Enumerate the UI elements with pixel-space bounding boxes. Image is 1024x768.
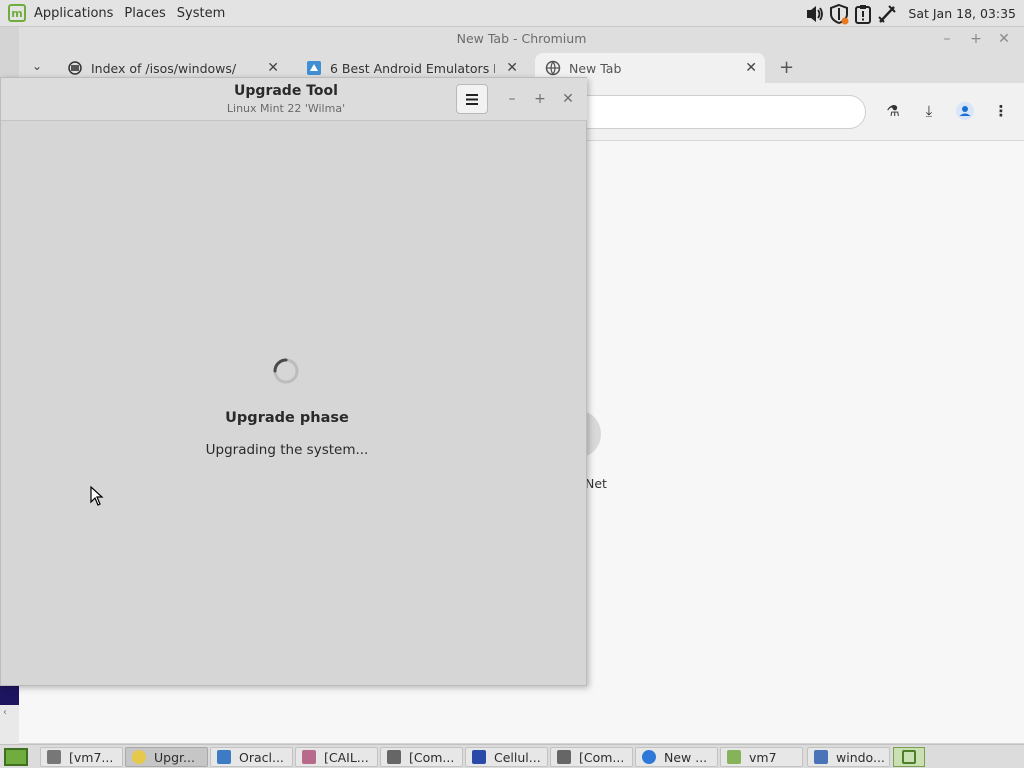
taskbar-item-cellular[interactable]: Cellul... xyxy=(465,747,548,767)
menu-places[interactable]: Places xyxy=(122,0,174,27)
address-bar[interactable] xyxy=(559,95,866,129)
video-icon xyxy=(302,750,316,764)
taskbar-item-vm7-folder[interactable]: vm7 xyxy=(720,747,803,767)
taskbar-item-label: [CAIL... xyxy=(324,749,369,765)
clock[interactable]: Sat Jan 18, 03:35 xyxy=(908,6,1016,21)
chromium-titlebar[interactable]: New Tab - Chromium – + ✕ xyxy=(19,27,1024,53)
system-tray: Sat Jan 18, 03:35 xyxy=(802,0,1024,27)
site-icon xyxy=(307,61,321,75)
desktop-edge-strip-light: ‹ xyxy=(0,705,19,744)
more-menu-icon[interactable]: ⋮ xyxy=(991,101,1011,121)
taskbar-item-cail[interactable]: [CAIL... xyxy=(295,747,378,767)
network-icon[interactable] xyxy=(876,3,898,25)
tab-label: 6 Best Android Emulators Fo xyxy=(330,60,495,76)
shield-icon[interactable] xyxy=(828,3,850,25)
taskbar-item-label: vm7 xyxy=(749,749,777,765)
tab-close-icon[interactable]: ✕ xyxy=(745,60,757,76)
download-icon[interactable]: ⤓ xyxy=(919,101,939,121)
tab-search-icon[interactable]: ⌄ xyxy=(32,59,42,73)
tab-close-icon[interactable]: ✕ xyxy=(267,60,279,76)
virtualbox-icon xyxy=(217,750,231,764)
scroll-left-icon[interactable]: ‹ xyxy=(3,707,7,718)
minimize-icon[interactable]: – xyxy=(936,27,958,51)
taskbar-item-label: [Com... xyxy=(409,749,455,765)
close-icon[interactable]: ✕ xyxy=(993,27,1015,51)
upgrade-shield-icon xyxy=(132,750,146,764)
tab-label: Index of /isos/windows/ xyxy=(91,60,237,76)
tab-close-icon[interactable]: ✕ xyxy=(506,60,518,76)
chromium-icon xyxy=(642,750,656,764)
maximize-icon[interactable]: + xyxy=(965,27,987,51)
mouse-cursor-icon xyxy=(90,486,104,506)
loading-spinner-icon xyxy=(273,358,299,384)
labs-flask-icon[interactable]: ⚗ xyxy=(883,101,903,121)
taskbar-item-oracle[interactable]: Oracl... xyxy=(210,747,293,767)
profile-icon[interactable] xyxy=(955,101,975,121)
phase-description: Upgrading the system... xyxy=(205,442,369,458)
taskbar-item-label: New ... xyxy=(664,749,708,765)
window-title: New Tab - Chromium xyxy=(456,31,587,46)
taskbar-item-vm7[interactable]: [vm7... xyxy=(40,747,123,767)
mint-menu-icon[interactable]: m xyxy=(8,4,26,22)
menu-system[interactable]: System xyxy=(175,0,234,27)
taskbar-item-upgrade-tool[interactable]: Upgr... xyxy=(125,747,208,767)
taskbar-item-com-2[interactable]: [Com... xyxy=(550,747,633,767)
terminal-icon xyxy=(47,750,61,764)
taskbar-item-label: [vm7... xyxy=(69,749,114,765)
document-viewer-icon xyxy=(472,750,486,764)
audio-icon[interactable] xyxy=(804,3,826,25)
close-icon[interactable]: ✕ xyxy=(557,88,579,110)
server-icon xyxy=(68,61,82,75)
taskbar-item-update-manager[interactable] xyxy=(893,747,925,767)
new-tab-plus-icon[interactable]: + xyxy=(779,57,794,78)
show-desktop-button[interactable] xyxy=(4,748,28,766)
tab-label: New Tab xyxy=(569,60,622,76)
taskbar-item-label: [Com... xyxy=(579,749,625,765)
network-share-icon xyxy=(814,750,828,764)
globe-icon xyxy=(545,60,561,76)
clipboard-icon[interactable] xyxy=(852,3,874,25)
taskbar-item-new-tab[interactable]: New ... xyxy=(635,747,718,767)
minimize-icon[interactable]: – xyxy=(501,88,523,110)
terminal-icon xyxy=(387,750,401,764)
hamburger-icon xyxy=(466,93,478,105)
taskbar-item-label: Cellul... xyxy=(494,749,541,765)
upgrade-tool-headerbar[interactable]: Upgrade Tool Linux Mint 22 'Wilma' – + ✕ xyxy=(1,78,587,121)
taskbar-item-label: windo... xyxy=(836,749,885,765)
taskbar-item-com-1[interactable]: [Com... xyxy=(380,747,463,767)
upgrade-tool-window: Upgrade Tool Linux Mint 22 'Wilma' – + ✕… xyxy=(0,77,587,686)
shortcut-label[interactable]: Net xyxy=(585,476,607,491)
taskbar-item-label: Oracl... xyxy=(239,749,284,765)
folder-icon xyxy=(727,750,741,764)
hamburger-menu-button[interactable] xyxy=(456,84,488,114)
phase-title: Upgrade phase xyxy=(225,410,349,426)
taskbar-item-windows[interactable]: windo... xyxy=(807,747,890,767)
taskbar-item-label: Upgr... xyxy=(154,749,195,765)
menu-applications[interactable]: Applications xyxy=(32,0,122,27)
update-manager-icon xyxy=(902,750,916,764)
top-panel: m Applications Places System Sat Jan 18,… xyxy=(0,0,1024,27)
taskbar: [vm7... Upgr... Oracl... [CAIL... [Com..… xyxy=(0,744,1024,768)
terminal-icon xyxy=(557,750,571,764)
maximize-icon[interactable]: + xyxy=(529,88,551,110)
